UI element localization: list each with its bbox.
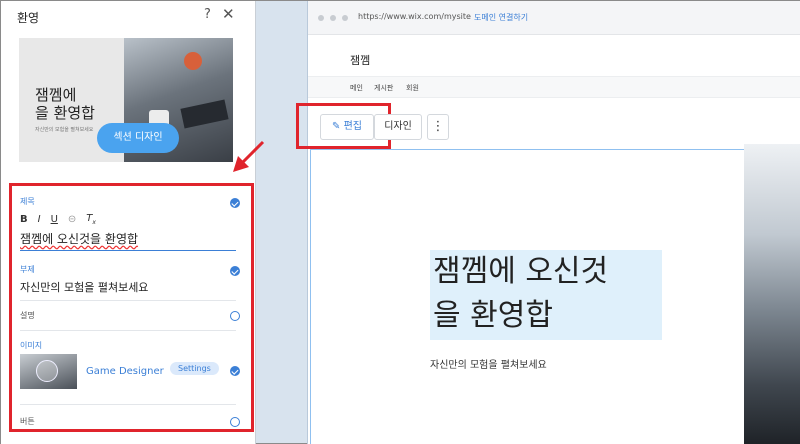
title-input[interactable]: 잼껨에 오신것을 환영합 — [20, 230, 236, 251]
window-dot — [330, 15, 336, 21]
annotation-arrow — [233, 140, 265, 172]
nav-item-board[interactable]: 게시판 — [374, 83, 393, 93]
hero-heading-line1: 잼껨에 오신것 — [433, 254, 609, 289]
subtitle-field-label: 부제 — [20, 265, 35, 274]
preview-subtitle: 자신만의 모험을 펼쳐보세요 — [35, 127, 94, 133]
content-fields-box: 제목 B I U ⊝ Tx 잼껨에 오신것을 환영합 부제 자신만의 모험을 펼… — [9, 183, 254, 432]
text-format-toolbar: B I U ⊝ Tx — [20, 213, 236, 226]
image-thumbnail-figure — [36, 360, 58, 382]
title-field-label: 제목 — [20, 197, 35, 206]
subtitle-value: 자신만의 모험을 펼쳐보세요 — [20, 281, 149, 294]
preview-heading-line2: 을 환영합 — [35, 104, 95, 122]
panel-title: 환영 — [17, 11, 40, 25]
image-field-label: 이미지 — [20, 341, 43, 350]
site-editor-canvas: https://www.wix.com/mysite 도메인 연결하기 잼껨 메… — [296, 1, 800, 444]
button-field-label: 버튼 — [20, 417, 35, 426]
italic-icon[interactable]: I — [38, 214, 41, 225]
keyboard-figure — [180, 99, 229, 129]
section-design-button[interactable]: 섹션 디자인 — [97, 123, 179, 153]
close-icon[interactable]: ✕ — [222, 5, 235, 23]
description-field-label: 설명 — [20, 311, 35, 320]
check-icon[interactable] — [230, 198, 240, 208]
divider — [20, 330, 236, 331]
design-button[interactable]: 디자인 — [374, 114, 422, 140]
browser-address-bar: https://www.wix.com/mysite 도메인 연결하기 — [308, 1, 800, 35]
image-name[interactable]: Game Designer — [86, 366, 164, 377]
check-icon[interactable] — [230, 366, 240, 376]
preview-heading: 잼껨에 을 환영합 — [35, 86, 135, 122]
hero-photo[interactable] — [744, 144, 800, 444]
bold-icon[interactable]: B — [20, 214, 28, 225]
window-dot — [318, 15, 324, 21]
hero-heading[interactable]: 잼껨에 오신것 을 환영합 — [430, 250, 662, 340]
radio-icon[interactable] — [230, 311, 240, 321]
check-icon[interactable] — [230, 266, 240, 276]
divider — [20, 300, 236, 301]
subtitle-field[interactable]: 부제 자신만의 모험을 펼쳐보세요 — [20, 264, 240, 295]
hero-subtitle[interactable]: 자신만의 모험을 펼쳐보세요 — [430, 356, 547, 371]
site-url: https://www.wix.com/mysite — [358, 12, 471, 21]
welcome-panel: 환영 ? ✕ 잼껨에 을 환영합 자신만의 모험을 펼쳐보세요 섹션 디자인 제… — [1, 1, 256, 444]
section-preview[interactable]: 잼껨에 을 환영합 자신만의 모험을 펼쳐보세요 섹션 디자인 — [19, 38, 233, 162]
image-row[interactable]: Game Designer Settings — [20, 354, 240, 390]
image-thumbnail[interactable] — [20, 354, 77, 389]
image-field[interactable]: 이미지 Game Designer Settings — [20, 340, 240, 392]
divider — [20, 404, 236, 405]
hero-heading-line2: 을 환영합 — [433, 298, 553, 333]
radio-icon[interactable] — [230, 417, 240, 427]
title-input-value: 잼껨에 오신것을 환영합 — [20, 232, 139, 246]
site-menu: 메인 게시판 회원 — [308, 76, 800, 98]
help-icon[interactable]: ? — [204, 7, 211, 22]
link-icon[interactable]: ⊝ — [68, 214, 76, 225]
nav-item-main[interactable]: 메인 — [350, 83, 363, 93]
description-field[interactable]: 설명 — [20, 310, 240, 321]
site-name[interactable]: 잼껨 — [350, 52, 370, 68]
nav-item-members[interactable]: 회원 — [406, 83, 419, 93]
rocket-figure — [184, 52, 202, 70]
more-options-button[interactable]: ⋮ — [427, 114, 449, 140]
preview-heading-line1: 잼껨에 — [35, 86, 77, 104]
image-settings-button[interactable]: Settings — [170, 362, 219, 375]
underline-icon[interactable]: U — [51, 214, 58, 225]
title-field: 제목 B I U ⊝ Tx 잼껨에 오신것을 환영합 — [20, 196, 240, 251]
clear-format-icon[interactable]: Tx — [86, 213, 96, 226]
button-field[interactable]: 버튼 — [20, 416, 240, 427]
connect-domain-link[interactable]: 도메인 연결하기 — [474, 12, 528, 23]
window-dot — [342, 15, 348, 21]
